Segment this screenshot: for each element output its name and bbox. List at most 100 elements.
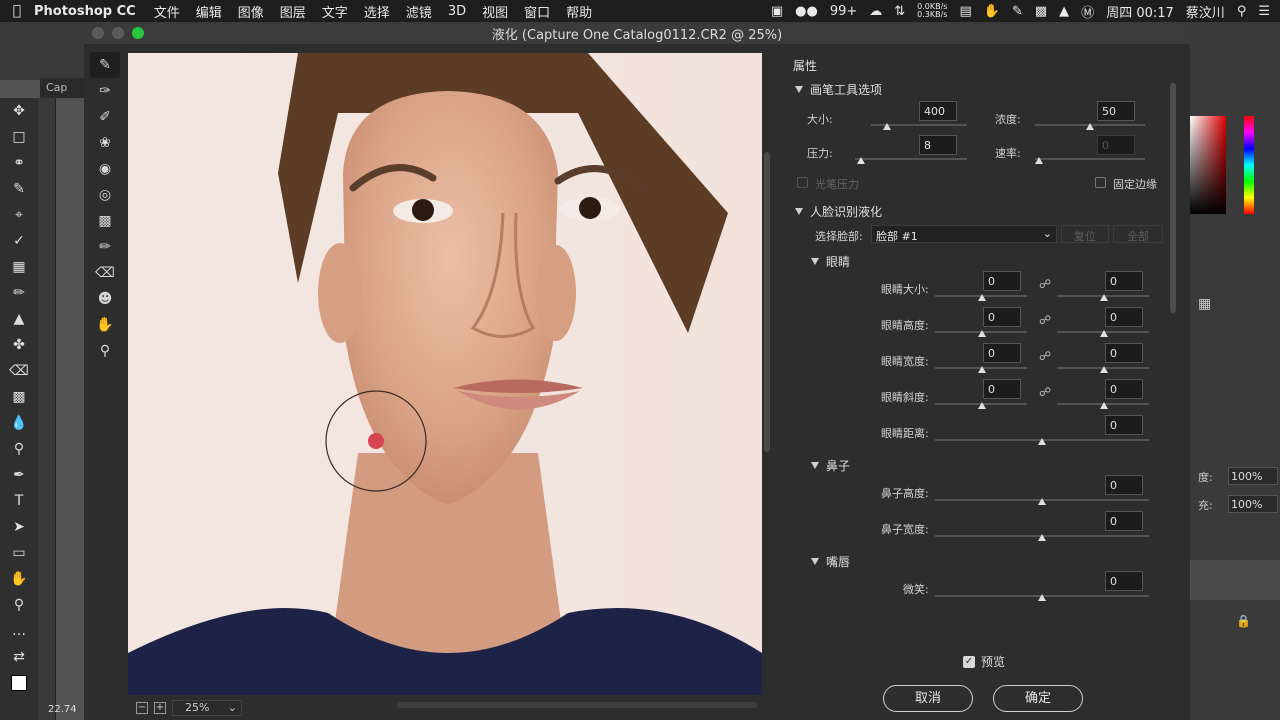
dodge-tool-icon[interactable]: ⚲ — [0, 436, 38, 462]
eye-height-left-input[interactable]: 0 — [983, 307, 1021, 327]
pucker-tool-icon[interactable]: ◉ — [90, 156, 120, 182]
freeze-mask-tool-icon[interactable]: ✏ — [90, 234, 120, 260]
blur-tool-icon[interactable]: 💧 — [0, 410, 38, 436]
healing-icon[interactable]: ▦ — [0, 254, 38, 280]
camera-icon[interactable]: ▣ — [771, 4, 783, 19]
stylus-pressure-checkbox[interactable] — [797, 177, 808, 188]
clock[interactable]: 周四 00:17 — [1106, 2, 1174, 21]
eye-tilt-left-input[interactable]: 0 — [983, 379, 1021, 399]
pin-edges-checkbox[interactable] — [1095, 177, 1106, 188]
face-select-dropdown[interactable]: 脸部 #1 ⌄ — [871, 225, 1057, 243]
gradient-icon[interactable]: ▩ — [0, 384, 38, 410]
eye-height-left-knob[interactable] — [978, 330, 986, 337]
menu-window[interactable]: 窗口 — [524, 2, 550, 21]
wechat-icon[interactable]: ●● — [795, 4, 818, 19]
pressure-input[interactable]: 8 — [919, 135, 957, 155]
size-input[interactable]: 400 — [919, 101, 957, 121]
eye-width-right-knob[interactable] — [1100, 366, 1108, 373]
wifi-icon[interactable]: ▲ — [1059, 4, 1069, 19]
link-icon[interactable]: ☍ — [1039, 349, 1051, 363]
fill-value[interactable]: 100% — [1228, 495, 1278, 513]
color-swatches[interactable] — [0, 670, 38, 696]
apple-icon[interactable]:  — [0, 3, 34, 19]
smooth-tool-icon[interactable]: ✐ — [90, 104, 120, 130]
eye-width-right-input[interactable]: 0 — [1105, 343, 1143, 363]
eye-tilt-left-knob[interactable] — [978, 402, 986, 409]
face-tool-icon[interactable]: ☻ — [90, 286, 120, 312]
zoom-tool-icon[interactable]: ⚲ — [0, 592, 38, 618]
type-tool-icon[interactable]: T — [0, 488, 38, 514]
menu-edit[interactable]: 编辑 — [196, 2, 222, 21]
rate-input[interactable]: 0 — [1097, 135, 1135, 155]
zoom-out-button[interactable]: − — [136, 701, 148, 714]
panel-scrollbar[interactable] — [1170, 83, 1176, 313]
hand-icon[interactable]: ✋ — [984, 4, 1000, 19]
eraser-icon[interactable]: ⌫ — [0, 358, 38, 384]
ok-button[interactable]: 确定 — [993, 685, 1083, 712]
section-eyes[interactable]: 眼睛 — [785, 249, 1175, 273]
nose-height-input[interactable]: 0 — [1105, 475, 1143, 495]
eye-height-right-knob[interactable] — [1100, 330, 1108, 337]
path-select-icon[interactable]: ➤ — [0, 514, 38, 540]
notification-badge[interactable]: 99+ — [830, 4, 857, 19]
link-icon[interactable]: ☍ — [1039, 385, 1051, 399]
reset-button[interactable]: 复位 — [1061, 225, 1109, 243]
list-icon[interactable]: ☰ — [1258, 4, 1270, 19]
canvas-horizontal-scrollbar[interactable] — [397, 702, 757, 708]
pressure-slider-knob[interactable] — [857, 157, 865, 164]
rate-slider-track[interactable] — [1035, 158, 1145, 160]
checkmark-icon[interactable]: ✓ — [963, 655, 975, 668]
stamp-tool-icon[interactable]: ▲ — [0, 306, 38, 332]
s-app-icon[interactable]: Ⓜ — [1081, 2, 1094, 21]
size-slider-knob[interactable] — [883, 123, 891, 130]
menu-type[interactable]: 文字 — [322, 2, 348, 21]
display-icon[interactable]: ▩ — [1035, 4, 1047, 19]
move-tool-icon[interactable]: ✥ — [0, 98, 38, 124]
eye-distance-input[interactable]: 0 — [1105, 415, 1143, 435]
cloud-icon[interactable]: ☁ — [869, 4, 882, 19]
bloat-tool-icon[interactable]: ◎ — [90, 182, 120, 208]
dock-icon[interactable]: ▤ — [959, 4, 971, 19]
eye-tilt-right-input[interactable]: 0 — [1105, 379, 1143, 399]
link-icon[interactable]: ☍ — [1039, 277, 1051, 291]
pressure-slider-track[interactable] — [855, 158, 967, 160]
canvas-vertical-scrollbar[interactable] — [764, 152, 770, 452]
liquify-canvas[interactable] — [128, 53, 762, 695]
quick-select-icon[interactable]: ✎ — [0, 176, 38, 202]
hand-tool-icon[interactable]: ✋ — [0, 566, 38, 592]
hand-tool-icon[interactable]: ✋ — [90, 312, 120, 338]
more-tools-icon[interactable]: … — [0, 618, 38, 644]
menu-select[interactable]: 选择 — [364, 2, 390, 21]
ps-document-tab[interactable]: Cap — [40, 78, 84, 98]
opacity-value[interactable]: 100% — [1228, 467, 1278, 485]
nose-width-input[interactable]: 0 — [1105, 511, 1143, 531]
pen-tool-icon[interactable]: ✒ — [0, 462, 38, 488]
eye-height-right-input[interactable]: 0 — [1105, 307, 1143, 327]
twirl-tool-icon[interactable]: ❀ — [90, 130, 120, 156]
user-name[interactable]: 蔡汶川 — [1186, 2, 1225, 21]
swap-colors-icon[interactable]: ⇄ — [0, 644, 38, 670]
density-slider-knob[interactable] — [1086, 123, 1094, 130]
eye-size-right-input[interactable]: 0 — [1105, 271, 1143, 291]
smile-input[interactable]: 0 — [1105, 571, 1143, 591]
smile-knob[interactable] — [1038, 594, 1046, 601]
shape-tool-icon[interactable]: ▭ — [0, 540, 38, 566]
lasso-tool-icon[interactable]: ⚭ — [0, 150, 38, 176]
app-menu[interactable]: Photoshop CC — [34, 4, 136, 19]
section-mouth[interactable]: 嘴唇 — [785, 549, 1175, 573]
nose-height-knob[interactable] — [1038, 498, 1046, 505]
eye-width-left-input[interactable]: 0 — [983, 343, 1021, 363]
forward-warp-tool-icon[interactable]: ✎ — [90, 52, 120, 78]
marquee-tool-icon[interactable]: □ — [0, 124, 38, 150]
pen-icon[interactable]: ✎ — [1012, 4, 1023, 19]
zoom-level-select[interactable]: 25% ⌄ — [172, 699, 242, 716]
menu-help[interactable]: 帮助 — [566, 2, 592, 21]
crop-tool-icon[interactable]: ⌖ — [0, 202, 38, 228]
section-brush-options[interactable]: 画笔工具选项 — [785, 77, 1175, 101]
link-icon[interactable]: ☍ — [1039, 313, 1051, 327]
eye-distance-knob[interactable] — [1038, 438, 1046, 445]
eye-width-left-knob[interactable] — [978, 366, 986, 373]
nose-width-knob[interactable] — [1038, 534, 1046, 541]
rate-slider-knob[interactable] — [1035, 157, 1043, 164]
zoom-in-button[interactable]: + — [154, 701, 166, 714]
